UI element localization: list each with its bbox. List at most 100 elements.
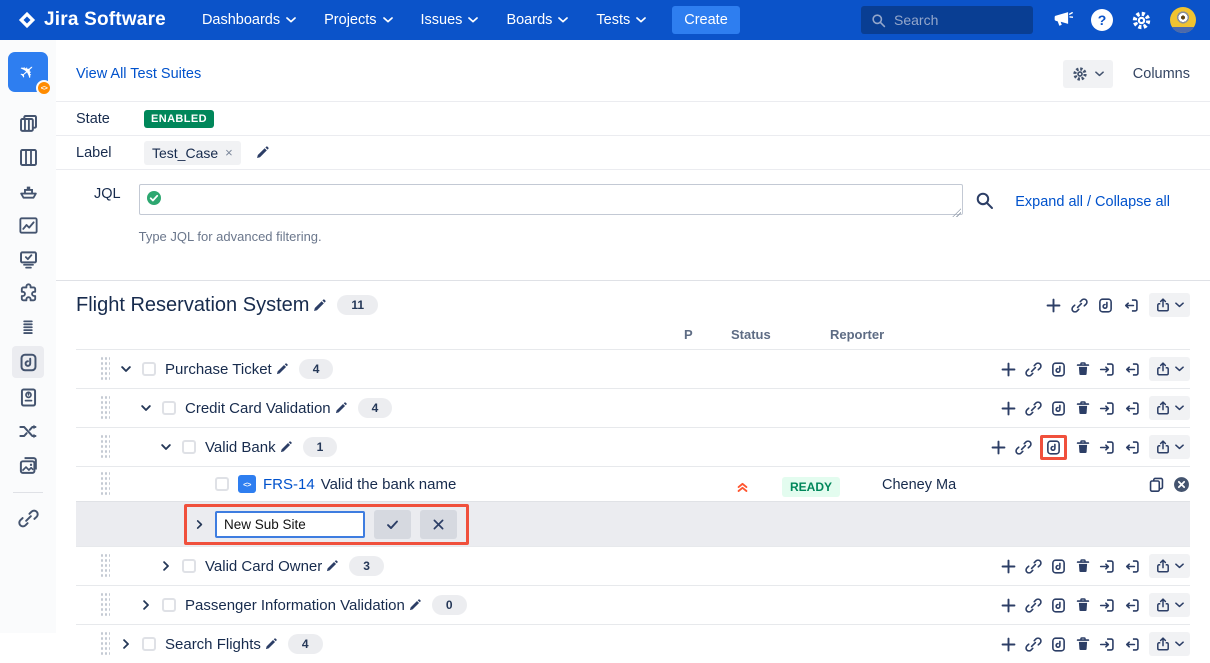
nav-dashboards[interactable]: Dashboards [202,12,296,28]
move-in-icon[interactable] [1099,361,1116,378]
new-suite-name-input[interactable] [215,511,365,538]
search-input[interactable] [894,12,1014,28]
delete-icon[interactable] [1075,439,1091,455]
delete-icon[interactable] [1075,558,1091,574]
sidebar-item-shuffle[interactable] [12,416,44,446]
sidebar-item-test-suites[interactable] [12,346,44,378]
import-icon[interactable] [1124,439,1141,456]
copy-suite-icon[interactable] [1050,558,1067,575]
drag-handle-icon[interactable] [100,553,110,579]
copy-suite-icon[interactable] [1097,297,1114,314]
edit-suite-icon[interactable] [312,298,327,313]
confirm-button[interactable] [374,510,411,539]
row-checkbox[interactable] [142,362,156,376]
chevron-down-icon[interactable] [159,440,173,454]
sidebar-item-addons[interactable] [12,278,44,308]
gear-icon[interactable] [1131,10,1152,31]
row-checkbox[interactable] [162,401,176,415]
link-icon[interactable] [1025,636,1042,653]
chevron-right-icon[interactable] [139,598,153,612]
export-dropdown-button[interactable] [1149,293,1190,317]
edit-pencil-icon[interactable] [275,362,289,376]
announcements-icon[interactable] [1051,9,1073,31]
add-icon[interactable] [1045,297,1062,314]
drag-handle-icon[interactable] [100,356,110,382]
export-dropdown-button[interactable] [1149,632,1190,656]
export-dropdown-button[interactable] [1149,435,1190,459]
edit-pencil-icon[interactable] [408,598,422,612]
import-icon[interactable] [1124,361,1141,378]
sidebar-item-backlog[interactable] [12,108,44,138]
copy-suite-icon[interactable] [1050,597,1067,614]
chevron-right-icon[interactable] [119,637,133,651]
link-icon[interactable] [1025,597,1042,614]
move-in-icon[interactable] [1099,400,1116,417]
nav-projects[interactable]: Projects [324,12,392,28]
import-icon[interactable] [1124,636,1141,653]
sidebar-item-board[interactable] [12,142,44,172]
sidebar-item-queues[interactable] [12,312,44,342]
chevron-right-icon[interactable] [193,518,206,531]
suite-name[interactable]: Credit Card Validation [185,400,331,417]
suite-name[interactable]: Valid Card Owner [205,558,322,575]
project-avatar[interactable]: ✈ <> [8,52,48,92]
add-icon[interactable] [990,439,1007,456]
drag-handle-icon[interactable] [100,434,110,460]
copy-suite-icon[interactable] [1045,439,1062,456]
import-icon[interactable] [1124,400,1141,417]
suite-name[interactable]: Passenger Information Validation [185,597,405,614]
delete-icon[interactable] [1075,636,1091,652]
clone-icon[interactable] [1148,476,1165,493]
chip-remove-icon[interactable]: × [225,145,233,160]
import-icon[interactable] [1123,297,1140,314]
export-dropdown-button[interactable] [1149,593,1190,617]
columns-button[interactable]: Columns [1133,66,1190,82]
drag-handle-icon[interactable] [100,592,110,618]
nav-issues[interactable]: Issues [421,12,479,28]
add-icon[interactable] [1000,361,1017,378]
copy-suite-icon[interactable] [1050,361,1067,378]
issue-summary[interactable]: Valid the bank name [321,476,457,493]
sidebar-item-test-plans[interactable] [12,382,44,412]
sidebar-item-reports[interactable] [12,210,44,240]
help-icon[interactable]: ? [1091,9,1113,31]
export-dropdown-button[interactable] [1149,357,1190,381]
edit-pencil-icon[interactable] [264,637,278,651]
link-icon[interactable] [1015,439,1032,456]
create-button[interactable]: Create [672,6,740,34]
view-all-test-suites-link[interactable]: View All Test Suites [76,66,201,82]
delete-icon[interactable] [1075,361,1091,377]
add-icon[interactable] [1000,558,1017,575]
suite-name[interactable]: Search Flights [165,636,261,653]
drag-handle-icon[interactable] [100,631,110,657]
row-checkbox[interactable] [142,637,156,651]
user-avatar[interactable] [1170,7,1196,33]
add-icon[interactable] [1000,597,1017,614]
move-in-icon[interactable] [1099,558,1116,575]
cancel-button[interactable] [420,510,457,539]
add-icon[interactable] [1000,400,1017,417]
remove-icon[interactable] [1173,476,1190,493]
row-checkbox[interactable] [162,598,176,612]
move-in-icon[interactable] [1099,597,1116,614]
import-icon[interactable] [1124,558,1141,575]
chevron-down-icon[interactable] [139,401,153,415]
delete-icon[interactable] [1075,597,1091,613]
move-in-icon[interactable] [1099,636,1116,653]
row-checkbox[interactable] [182,440,196,454]
copy-suite-icon[interactable] [1050,400,1067,417]
link-icon[interactable] [1071,297,1088,314]
sidebar-item-releases[interactable] [12,176,44,206]
sidebar-item-links[interactable] [12,503,44,533]
nav-tests[interactable]: Tests [596,12,646,28]
settings-dropdown-button[interactable] [1063,60,1113,88]
move-in-icon[interactable] [1099,439,1116,456]
suite-name[interactable]: Valid Bank [205,439,276,456]
drag-handle-icon[interactable] [100,471,110,497]
edit-labels-icon[interactable] [255,145,270,160]
import-icon[interactable] [1124,597,1141,614]
chevron-right-icon[interactable] [159,559,173,573]
nav-boards[interactable]: Boards [506,12,568,28]
row-checkbox[interactable] [215,477,229,491]
add-icon[interactable] [1000,636,1017,653]
